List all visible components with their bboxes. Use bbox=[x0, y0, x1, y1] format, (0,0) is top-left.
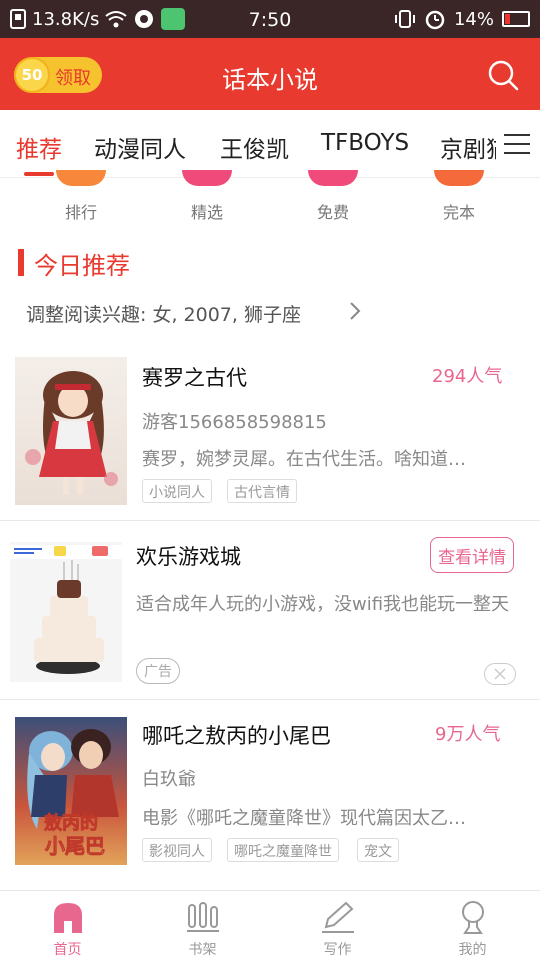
section-marker bbox=[18, 249, 24, 276]
pen-icon bbox=[322, 901, 354, 933]
tab-tfboys[interactable]: TFBOYS bbox=[321, 130, 409, 156]
category-completed[interactable]: 完本 bbox=[409, 170, 509, 228]
bottom-navigation: 首页 书架 写作 我的 bbox=[0, 890, 540, 960]
vibrate-icon bbox=[394, 10, 415, 28]
active-tab-indicator bbox=[24, 172, 54, 176]
nav-label: 书架 bbox=[188, 942, 217, 958]
anime-boys-illustration: 敖丙的 小尾巴 bbox=[27, 729, 119, 858]
search-icon[interactable] bbox=[486, 58, 520, 92]
book-description: 赛罗，婉梦灵犀。在古代生活。啥知道… bbox=[142, 449, 466, 470]
battery-percent: 14% bbox=[453, 8, 494, 30]
alarm-icon bbox=[425, 10, 445, 30]
book-tag[interactable]: 宠文 bbox=[357, 838, 399, 862]
close-ad-icon[interactable] bbox=[484, 663, 516, 685]
category-ranking[interactable]: 排行 bbox=[31, 170, 131, 228]
book-tag[interactable]: 古代言情 bbox=[227, 479, 297, 503]
book-cover bbox=[15, 357, 127, 505]
status-bar: 13.8K/s 7:50 14% bbox=[0, 0, 540, 38]
book-cover: 敖丙的 小尾巴 bbox=[15, 717, 127, 865]
category-tabs: 推荐 动漫同人 王俊凯 TFBOYS 京剧猫 bbox=[0, 110, 540, 178]
nav-profile[interactable]: 我的 bbox=[405, 891, 540, 960]
nav-label: 写作 bbox=[323, 942, 352, 958]
nav-bookshelf[interactable]: 书架 bbox=[135, 891, 270, 960]
category-free[interactable]: 免费 bbox=[283, 170, 383, 228]
book-title: 哪吒之敖丙的小尾巴 bbox=[142, 724, 331, 748]
menu-icon[interactable] bbox=[504, 134, 530, 154]
nav-label: 我的 bbox=[458, 942, 487, 958]
tab-anime-fanfic[interactable]: 动漫同人 bbox=[94, 130, 186, 164]
section-title: 今日推荐 bbox=[34, 252, 130, 280]
cake-illustration bbox=[10, 545, 122, 674]
ad-description: 适合成年人玩的小游戏，没wifi我也能玩一整天 bbox=[136, 594, 510, 615]
book-tag[interactable]: 影视同人 bbox=[142, 838, 212, 862]
chevron-right-icon[interactable] bbox=[349, 301, 361, 321]
app-title: 话本小说 bbox=[222, 66, 318, 94]
category-label: 完本 bbox=[442, 203, 475, 222]
adjust-interest-link[interactable]: 调整阅读兴趣: 女, 2007, 狮子座 bbox=[26, 300, 301, 327]
category-featured[interactable]: 精选 bbox=[157, 170, 257, 228]
cover-title-line1: 敖丙的 bbox=[44, 812, 98, 834]
free-icon bbox=[308, 170, 358, 186]
category-label: 免费 bbox=[316, 203, 349, 222]
home-icon bbox=[54, 903, 82, 933]
nav-label: 首页 bbox=[53, 942, 82, 958]
featured-icon bbox=[182, 170, 232, 186]
nav-home[interactable]: 首页 bbox=[0, 891, 135, 960]
completed-icon bbox=[434, 170, 484, 186]
book-description: 电影《哪吒之魔童降世》现代篇因太乙… bbox=[142, 808, 466, 829]
book-author: 白玖爺 bbox=[142, 769, 196, 790]
book-card[interactable]: 敖丙的 小尾巴 哪吒之敖丙的小尾巴 9万人气 白玖爺 电影《哪吒之魔童降世》现代… bbox=[0, 700, 540, 880]
anime-girl-illustration bbox=[25, 371, 118, 495]
view-details-button[interactable]: 查看详情 bbox=[430, 537, 514, 573]
category-label: 精选 bbox=[190, 203, 223, 222]
nav-write[interactable]: 写作 bbox=[270, 891, 405, 960]
ad-title: 欢乐游戏城 bbox=[136, 545, 241, 569]
book-tag[interactable]: 哪吒之魔童降世 bbox=[227, 838, 339, 862]
bookshelf-icon bbox=[187, 902, 219, 932]
status-right: 14% bbox=[394, 8, 530, 30]
cover-title-line2: 小尾巴 bbox=[45, 834, 105, 858]
tab-wang-junkai[interactable]: 王俊凯 bbox=[220, 130, 289, 164]
book-author: 游客1566858598815 bbox=[142, 412, 327, 433]
category-label: 排行 bbox=[64, 203, 97, 222]
ranking-icon bbox=[56, 170, 106, 186]
book-popularity: 9万人气 bbox=[435, 724, 501, 745]
battery-icon bbox=[502, 11, 530, 27]
tab-recommend[interactable]: 推荐 bbox=[16, 130, 62, 164]
profile-icon bbox=[462, 901, 484, 934]
app-header: 50 领取 话本小说 bbox=[0, 38, 540, 110]
ad-image bbox=[10, 542, 122, 682]
book-title: 赛罗之古代 bbox=[142, 366, 247, 390]
book-tag[interactable]: 小说同人 bbox=[142, 479, 212, 503]
book-popularity: 294人气 bbox=[432, 366, 503, 387]
ad-badge: 广告 bbox=[136, 658, 180, 684]
book-card[interactable]: 赛罗之古代 294人气 游客1566858598815 赛罗，婉梦灵犀。在古代生… bbox=[0, 340, 540, 520]
